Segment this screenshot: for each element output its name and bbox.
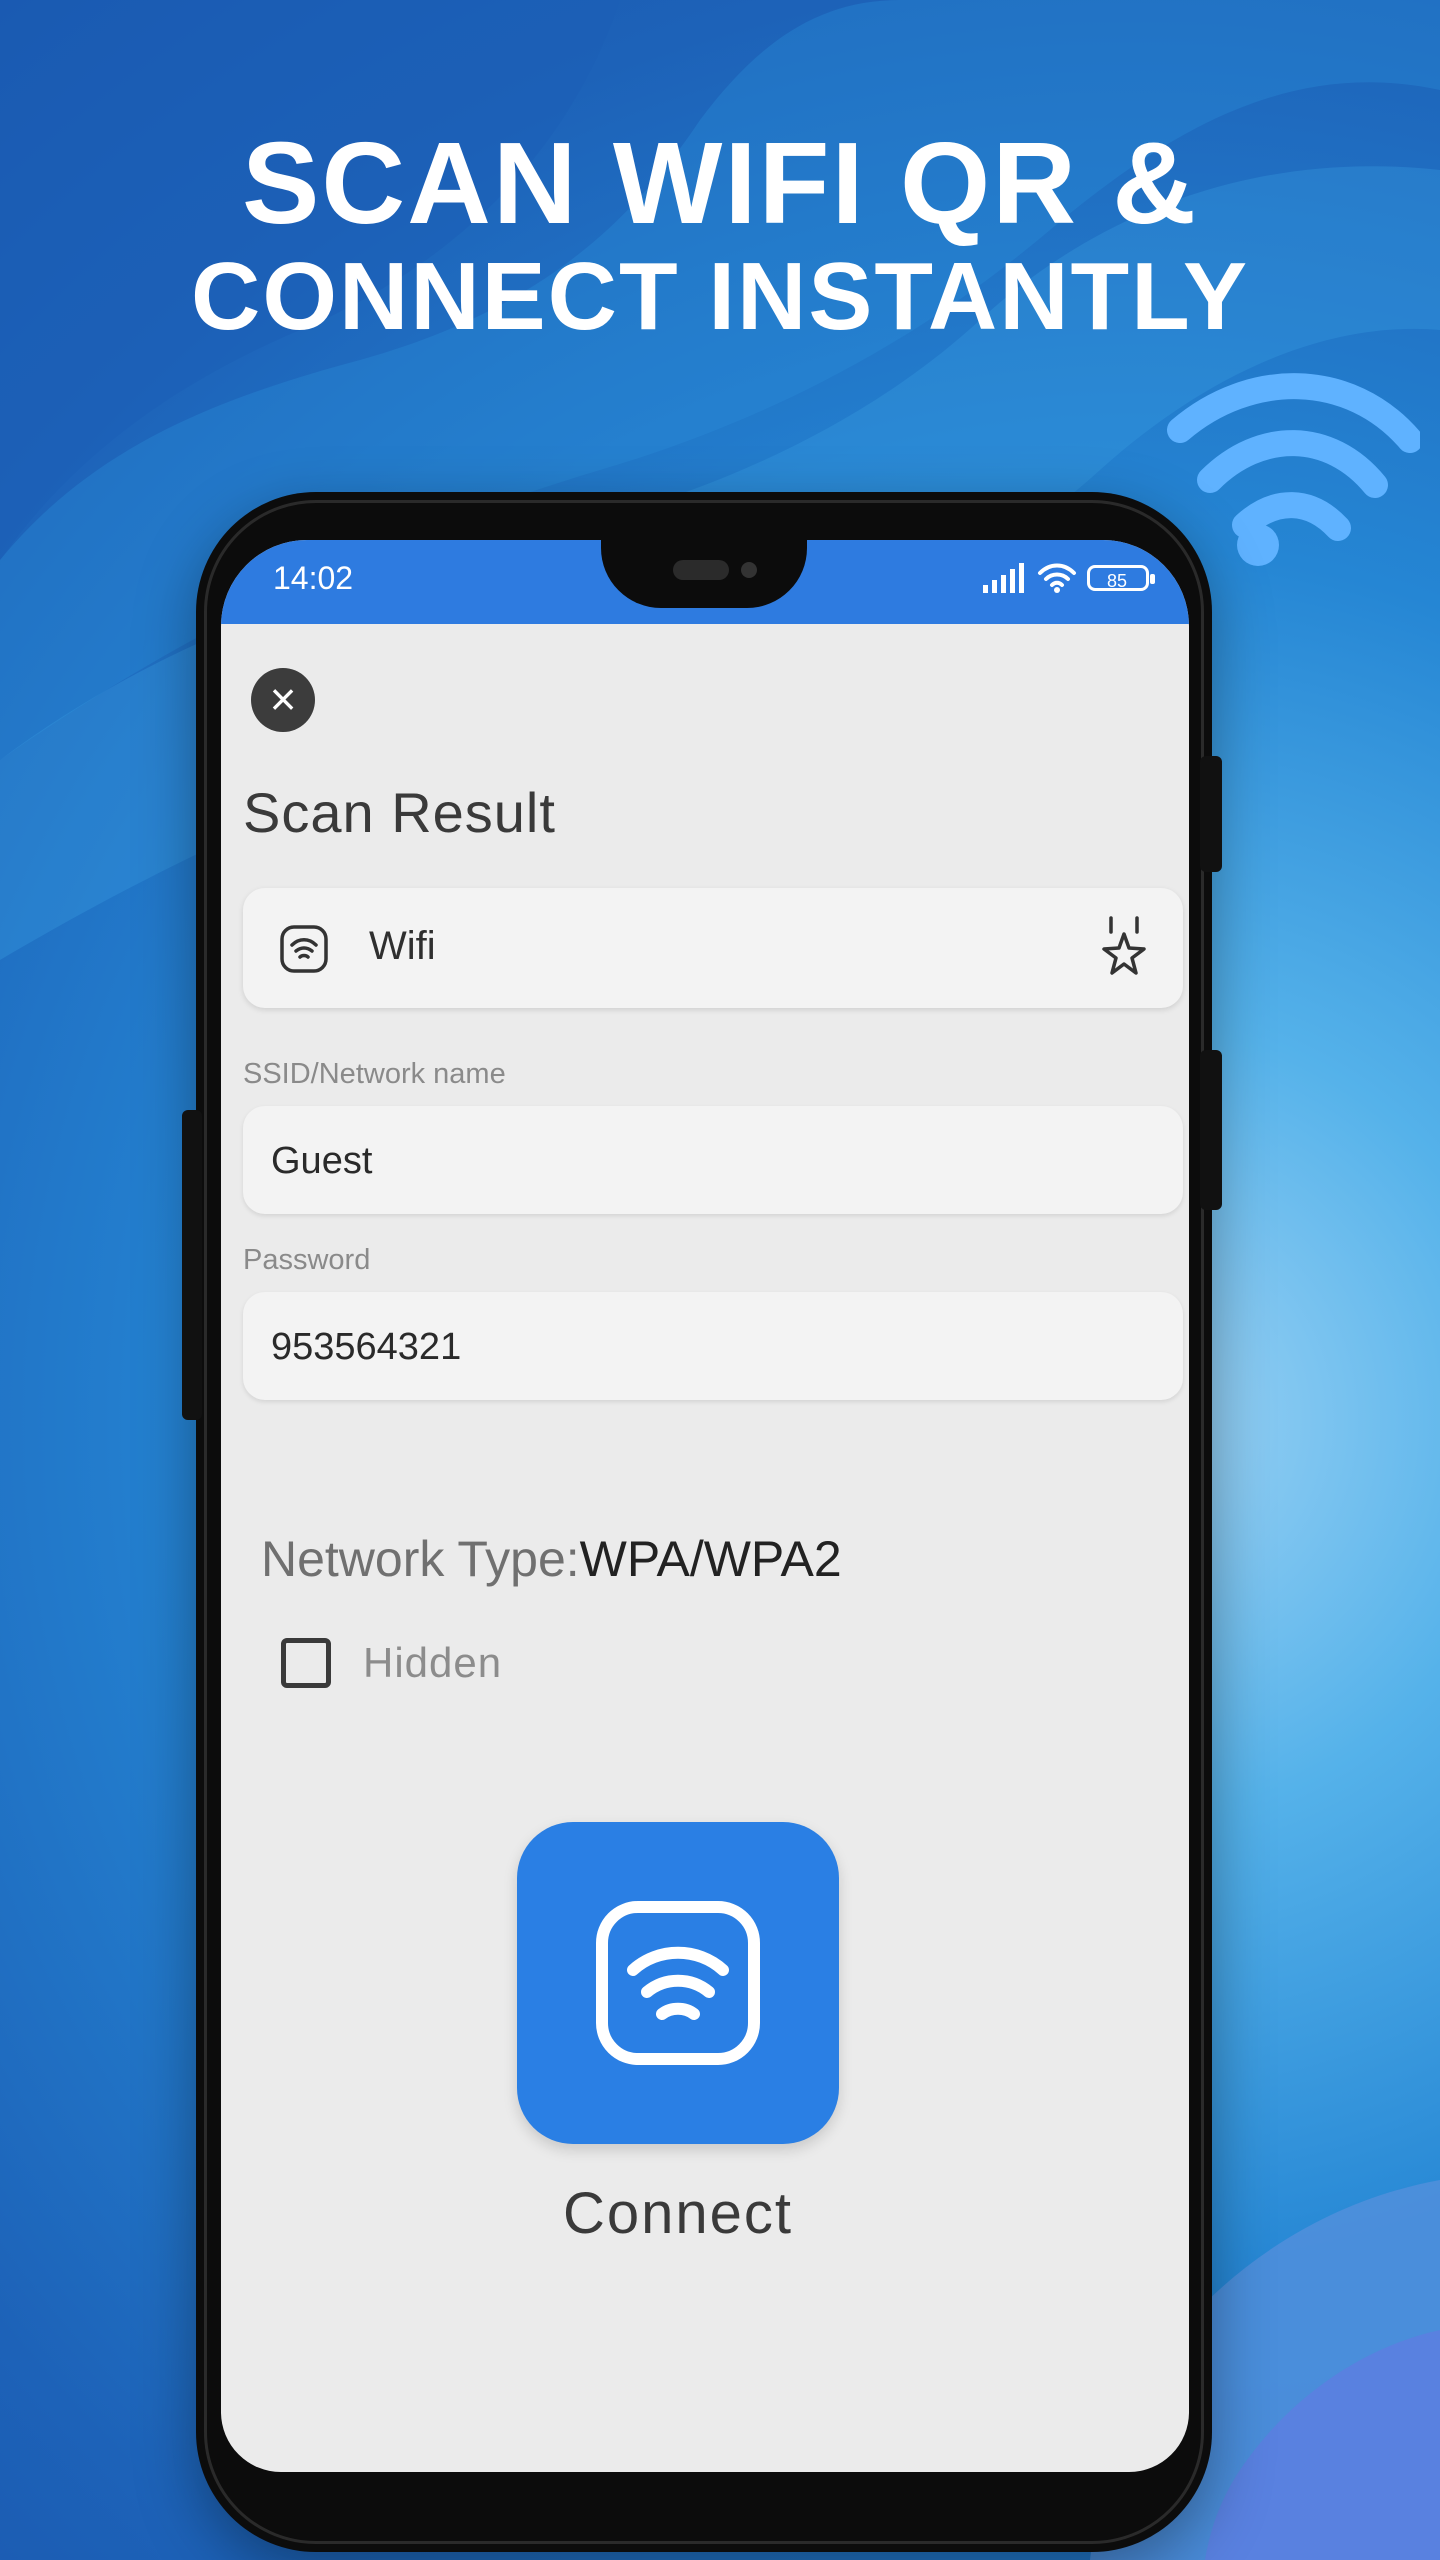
favorite-star-icon[interactable] (1099, 916, 1149, 980)
status-time: 14:02 (273, 560, 354, 596)
camera-notch (601, 540, 807, 608)
headline-line-1: SCAN WIFI QR & (242, 118, 1198, 248)
ssid-label: SSID/Network name (243, 1058, 506, 1090)
close-button[interactable]: × (251, 668, 315, 732)
signal-icon (983, 563, 1024, 593)
phone-side-button (182, 1110, 202, 1420)
page-title: Scan Result (243, 781, 556, 844)
result-type-card: Wifi (243, 888, 1183, 1008)
connect-button[interactable] (517, 1822, 839, 2144)
battery-icon: 85 (1087, 565, 1155, 591)
connect-label[interactable]: Connect (517, 2180, 839, 2247)
headline-line-2: CONNECT INSTANTLY (190, 243, 1250, 350)
phone-side-button (1200, 756, 1222, 872)
status-icons: 85 (981, 562, 1155, 594)
result-type-label: Wifi (369, 924, 436, 968)
wifi-type-icon (280, 925, 328, 973)
hidden-checkbox[interactable] (281, 1638, 331, 1688)
hidden-label: Hidden (363, 1639, 503, 1686)
wifi-connect-icon (596, 1901, 760, 2065)
password-field[interactable]: 953564321 (243, 1292, 1183, 1400)
speaker (673, 560, 729, 580)
network-type-value: WPA/WPA2 (579, 1531, 842, 1587)
phone-side-button (1200, 1050, 1222, 1210)
network-type: Network Type:WPA/WPA2 (261, 1530, 842, 1588)
hidden-option[interactable]: Hidden (281, 1638, 502, 1688)
wifi-status-icon (1038, 563, 1076, 593)
network-type-key: Network Type: (261, 1531, 580, 1587)
password-value: 953564321 (271, 1326, 462, 1368)
ssid-value: Guest (271, 1140, 373, 1182)
close-icon: × (269, 673, 297, 725)
ssid-field[interactable]: Guest (243, 1106, 1183, 1214)
wifi-decoration-icon (1167, 373, 1420, 566)
front-camera (741, 562, 757, 578)
phone-screen: 14:02 85 × Scan Result Wifi SSID/Network… (221, 540, 1189, 2472)
password-label: Password (243, 1244, 371, 1276)
